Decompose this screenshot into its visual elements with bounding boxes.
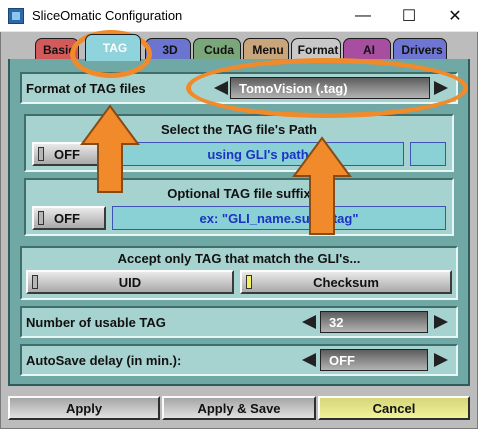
path-toggle-label: OFF: [54, 146, 80, 162]
minimize-button[interactable]: —: [340, 0, 386, 32]
accept-group: Accept only TAG that match the GLI's... …: [20, 246, 458, 300]
window-title: SliceOmatic Configuration: [32, 8, 183, 23]
usable-tag-select[interactable]: 32: [320, 311, 428, 333]
uid-led-icon: [32, 275, 38, 289]
uid-toggle[interactable]: UID: [26, 270, 234, 294]
tab-format-label: Format: [297, 42, 339, 57]
tab-drivers-label: Drivers: [401, 42, 443, 57]
path-led-icon: [38, 147, 44, 161]
app-icon: [8, 8, 24, 24]
autosave-prev-arrow-icon[interactable]: [302, 353, 316, 367]
tab-3d-label: 3D: [162, 42, 178, 57]
orange-up-arrow-icon: [80, 104, 140, 193]
format-label: Format of TAG files: [26, 81, 146, 96]
suffix-field[interactable]: ex: "GLI_name.suffix.tag": [112, 206, 446, 230]
cancel-button[interactable]: Cancel: [318, 396, 470, 420]
tab-menu[interactable]: Menu: [243, 38, 289, 60]
autosave-select[interactable]: OFF: [320, 349, 428, 371]
tab-menu-label: Menu: [252, 42, 284, 57]
orange-up-arrow-icon: [292, 136, 352, 235]
tab-tag-label: TAG: [102, 41, 128, 55]
autosave-label: AutoSave delay (in min.):: [26, 353, 182, 368]
tab-drivers[interactable]: Drivers: [393, 38, 447, 60]
suffix-toggle[interactable]: OFF: [32, 206, 106, 230]
usable-tag-row: Number of usable TAG 32: [20, 306, 458, 338]
uid-label: UID: [118, 274, 142, 290]
close-button[interactable]: ✕: [432, 0, 478, 32]
autosave-row: AutoSave delay (in min.): OFF: [20, 344, 458, 376]
checksum-toggle[interactable]: Checksum: [240, 270, 452, 294]
tab-format[interactable]: Format: [291, 38, 341, 60]
tab-ai-label: AI: [363, 42, 375, 57]
checksum-led-icon: [246, 275, 252, 289]
maximize-button[interactable]: ☐: [386, 0, 432, 32]
checksum-label: Checksum: [313, 274, 379, 290]
usable-tag-label: Number of usable TAG: [26, 315, 166, 330]
path-field[interactable]: using GLI's path: [112, 142, 404, 166]
format-highlight-ellipse: [186, 58, 468, 118]
autosave-next-arrow-icon[interactable]: [434, 353, 448, 367]
tab-tag[interactable]: TAG: [85, 34, 141, 61]
tab-3d[interactable]: 3D: [145, 38, 191, 60]
usable-prev-arrow-icon[interactable]: [302, 315, 316, 329]
suffix-toggle-label: OFF: [54, 210, 80, 226]
apply-button[interactable]: Apply: [8, 396, 160, 420]
accept-group-title: Accept only TAG that match the GLI's...: [117, 251, 361, 266]
suffix-led-icon: [38, 211, 44, 225]
apply-save-button[interactable]: Apply & Save: [162, 396, 316, 420]
title-bar: SliceOmatic Configuration — ☐ ✕: [0, 0, 478, 32]
tab-cuda[interactable]: Cuda: [193, 38, 241, 60]
path-browse-field[interactable]: [410, 142, 446, 166]
tab-cuda-label: Cuda: [204, 42, 234, 57]
usable-next-arrow-icon[interactable]: [434, 315, 448, 329]
tab-ai[interactable]: AI: [343, 38, 391, 60]
